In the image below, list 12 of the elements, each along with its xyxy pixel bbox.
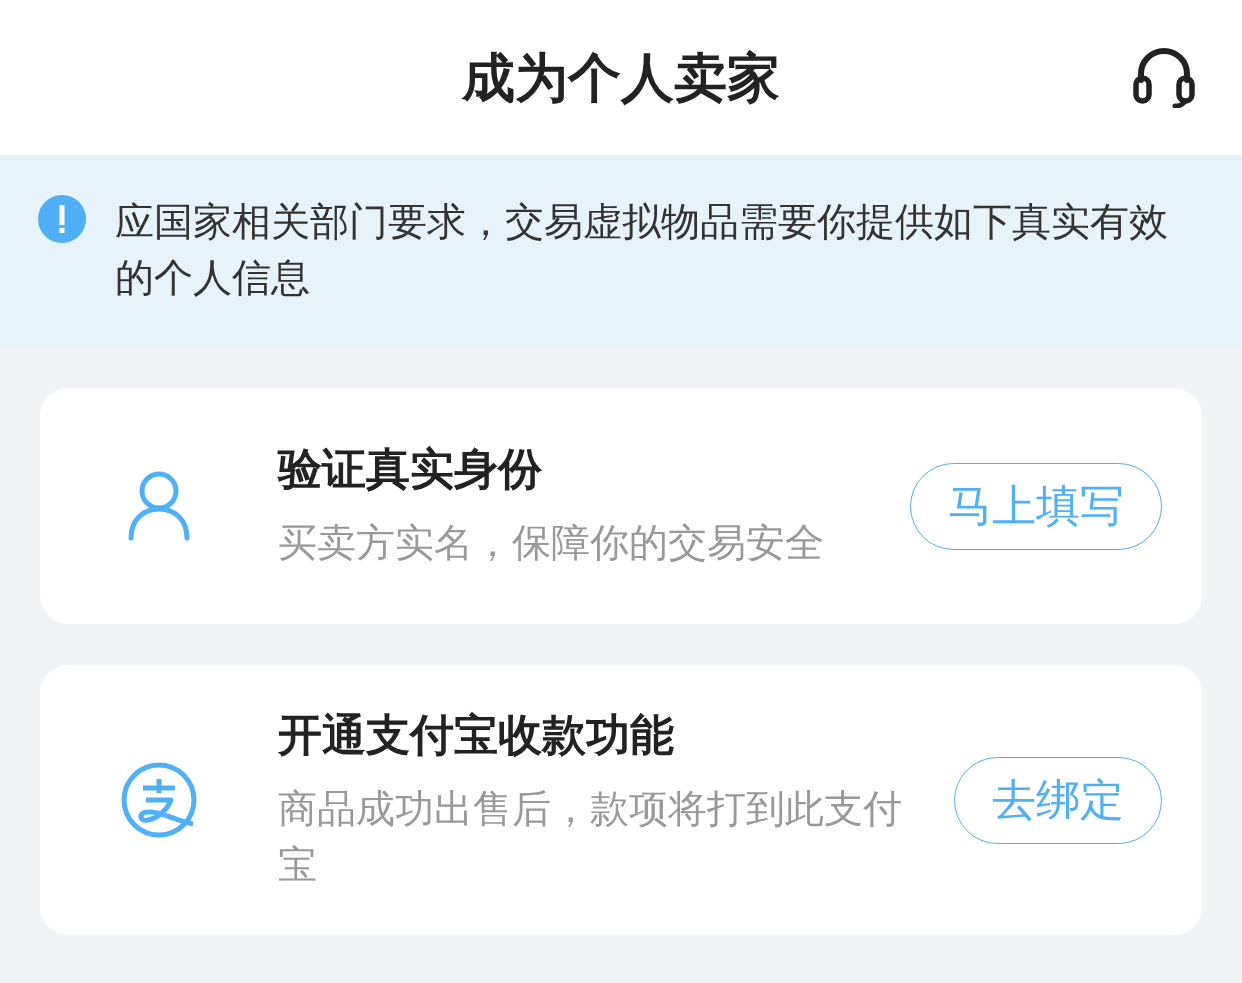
action-button[interactable]: 去绑定	[954, 756, 1162, 844]
payment-logo-icon	[121, 762, 197, 838]
notice-text: 应国家相关部门要求，交易虚拟物品需要你提供如下真实有效的个人信息	[115, 198, 1169, 302]
task-description: 买卖方实名，保障你的交易安全	[278, 519, 825, 567]
headset-icon[interactable]	[1133, 47, 1195, 108]
task-title: 开通支付宝收款功能	[278, 708, 675, 762]
person-icon	[128, 471, 190, 541]
task-title: 验证真实身份	[278, 442, 543, 496]
action-button[interactable]: 马上填写	[910, 462, 1162, 550]
task-description: 商品成功出售后，款项将打到此支付宝	[278, 785, 903, 889]
info-icon	[38, 195, 86, 243]
page-title: 成为个人卖家	[462, 45, 780, 110]
